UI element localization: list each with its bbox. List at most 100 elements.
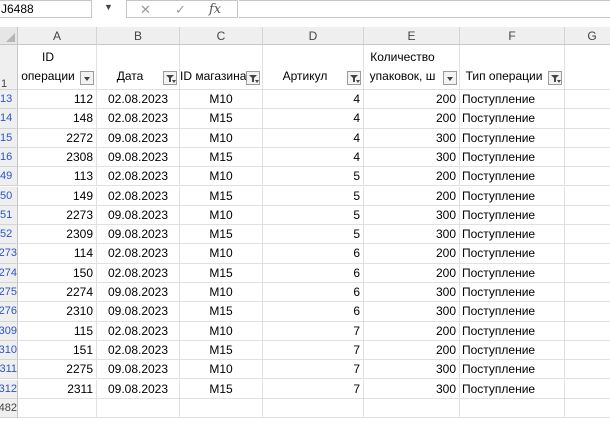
cell-type[interactable]: Поступление [460,302,565,322]
cell-art[interactable]: 6 [263,302,364,322]
row-header[interactable]: 273 [0,244,18,264]
cell-empty[interactable] [565,322,610,341]
cell-empty[interactable] [565,225,610,245]
row-header[interactable]: 312 [0,379,18,399]
cell-date[interactable]: 02.08.2023 [97,321,180,341]
cell-shop[interactable]: M10 [180,360,263,380]
close-icon[interactable]: ✕ [140,1,151,19]
cell-date[interactable]: 02.08.2023 [97,167,180,187]
cell-shop[interactable]: M10 [180,283,263,303]
cell-empty[interactable] [565,90,610,110]
cell-qty[interactable]: 200 [364,244,460,264]
cell-date[interactable]: 09.08.2023 [97,225,180,245]
cell-type[interactable]: Поступление [460,147,565,168]
cell-empty[interactable] [565,283,610,303]
cell-empty[interactable] [565,380,610,399]
header-cell-d[interactable]: Артикул [263,45,364,90]
cell-id[interactable]: 149 [18,186,97,206]
cell-art[interactable]: 4 [263,147,364,168]
cell-empty[interactable] [565,302,610,322]
cell-empty[interactable] [565,109,610,129]
header-cell-f[interactable]: Тип операции [460,45,565,90]
filter-active-icon[interactable] [246,71,260,85]
formula-input[interactable] [239,0,610,18]
cell-type[interactable]: Поступление [460,225,565,245]
cell-id[interactable]: 150 [18,263,97,283]
cell-empty[interactable] [565,264,610,283]
cell-art[interactable]: 6 [263,244,364,264]
cell-shop[interactable]: M10 [180,128,263,148]
cell-qty[interactable]: 200 [364,263,460,283]
cell-type[interactable]: Поступление [460,340,565,361]
cell-shop[interactable]: M15 [180,340,263,361]
header-cell-b[interactable]: Дата [97,45,180,90]
header-cell-a[interactable]: ID операции [18,45,97,90]
cell-date[interactable]: 09.08.2023 [97,128,180,148]
cell-type[interactable]: Поступление [460,90,565,110]
cell-type[interactable]: Поступление [460,128,565,148]
column-header-f[interactable]: F [460,27,565,45]
cell-date[interactable]: 02.08.2023 [97,340,180,361]
cell-type[interactable]: Поступление [460,321,565,341]
column-header-d[interactable]: D [263,27,364,45]
row-header[interactable]: 309 [0,321,18,341]
cell-art[interactable]: 7 [263,321,364,341]
cell-art[interactable]: 7 [263,379,364,399]
row-header[interactable]: 311 [0,360,18,380]
cell-type[interactable]: Поступление [460,167,565,187]
cell-art[interactable]: 6 [263,283,364,303]
cell-shop[interactable]: M10 [180,321,263,341]
cell-empty[interactable] [565,206,610,226]
cell-type[interactable]: Поступление [460,186,565,206]
cell-empty[interactable] [565,399,610,418]
cell-date[interactable]: 02.08.2023 [97,186,180,206]
cell-art[interactable]: 5 [263,186,364,206]
cell-id[interactable]: 2273 [18,205,97,226]
cell-empty[interactable] [565,167,610,187]
cell-qty[interactable]: 200 [364,109,460,129]
cell-id[interactable]: 2311 [18,379,97,399]
cell-art[interactable]: 4 [263,109,364,129]
select-all-corner[interactable] [0,27,18,45]
cell-empty[interactable] [263,398,364,418]
row-header[interactable]: 50 [0,186,18,206]
cell-qty[interactable]: 200 [364,167,460,187]
cell-type[interactable]: Поступление [460,379,565,399]
name-box[interactable]: J6488 [0,0,92,18]
cell-empty[interactable] [565,244,610,264]
filter-active-icon[interactable] [163,71,177,85]
cell-shop[interactable]: M15 [180,225,263,245]
cell-art[interactable]: 4 [263,128,364,148]
cell-date[interactable]: 09.08.2023 [97,147,180,168]
cell-empty[interactable] [565,341,610,361]
cell-qty[interactable]: 300 [364,379,460,399]
cell-type[interactable]: Поступление [460,263,565,283]
column-header-b[interactable]: B [97,27,180,45]
column-header-a[interactable]: A [18,27,97,45]
cell-date[interactable]: 02.08.2023 [97,90,180,110]
cell-art[interactable]: 5 [263,225,364,245]
cell-empty[interactable] [565,187,610,206]
cell-qty[interactable]: 300 [364,205,460,226]
row-header[interactable]: 16 [0,147,18,168]
row-header[interactable]: 15 [0,128,18,148]
cell-empty[interactable] [565,360,610,380]
cell-shop[interactable]: M15 [180,109,263,129]
cell-shop[interactable]: M10 [180,90,263,110]
cell-id[interactable]: 2308 [18,147,97,168]
cell-id[interactable]: 2275 [18,360,97,380]
cell-qty[interactable]: 300 [364,225,460,245]
cell-shop[interactable]: M15 [180,302,263,322]
cell-shop[interactable]: M10 [180,244,263,264]
cell-date[interactable]: 09.08.2023 [97,379,180,399]
cell-id[interactable]: 151 [18,340,97,361]
chevron-down-icon[interactable]: ▼ [104,2,113,12]
cell-qty[interactable]: 200 [364,90,460,110]
cell-date[interactable]: 02.08.2023 [97,263,180,283]
cell-art[interactable]: 4 [263,90,364,110]
cell-empty[interactable] [565,129,610,148]
cell-empty[interactable] [565,148,610,168]
cell-shop[interactable]: M15 [180,379,263,399]
filter-dropdown-icon[interactable] [80,71,94,85]
cell-type[interactable]: Поступление [460,360,565,380]
